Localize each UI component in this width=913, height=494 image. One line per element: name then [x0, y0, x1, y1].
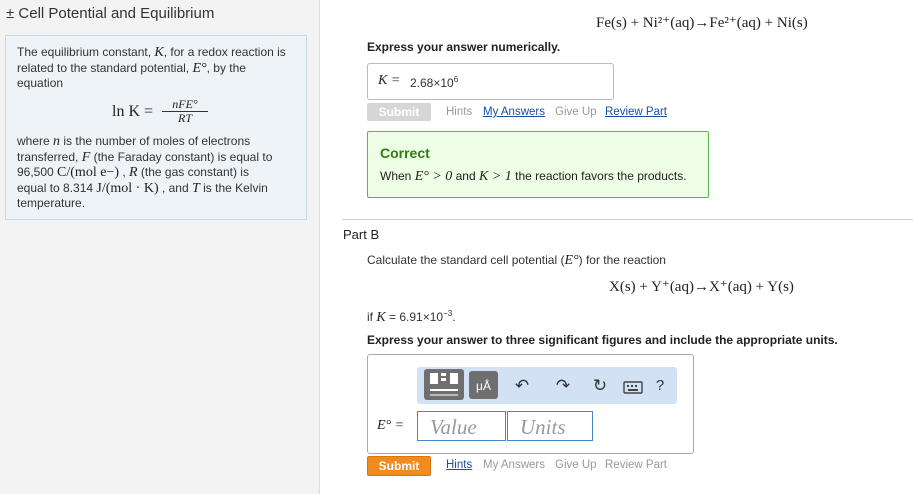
part-b-intro: Calculate the standard cell potential (E… — [367, 253, 666, 268]
reset-icon: ↻ — [592, 376, 608, 395]
part-a-review-part-link[interactable]: Review Part — [605, 106, 667, 118]
redo-icon: ↷ — [555, 376, 571, 395]
part-a-give-up-link[interactable]: Give Up — [555, 106, 597, 118]
help-button[interactable]: ? — [649, 367, 671, 404]
units-input[interactable]: Units — [507, 411, 593, 441]
keyboard-button[interactable] — [621, 367, 645, 404]
hint-panel: ± Cell Potential and Equilibrium The equ… — [0, 0, 320, 494]
part-b-reaction: X(s) + Y⁺(aq)→X⁺(aq) + Y(s) — [609, 279, 794, 295]
correct-feedback: Correct When E° > 0 and K > 1 the reacti… — [367, 131, 709, 198]
part-a-prompt: Express your answer numerically. — [367, 40, 561, 54]
undo-icon: ↶ — [514, 376, 530, 395]
hint-text-2: where n is the number of moles of electr… — [17, 134, 273, 210]
hint-text-1: The equilibrium constant, K, for a redox… — [17, 45, 286, 90]
part-b-condition: if K = 6.91×10−3. — [367, 309, 456, 325]
part-b-give-up-link[interactable]: Give Up — [555, 459, 597, 471]
math-toolbar: μÅ ↶ ↷ ↻ ? — [417, 367, 677, 404]
units-icon: μÅ — [469, 371, 498, 399]
part-a-my-answers-link[interactable]: My Answers — [483, 106, 545, 118]
part-b-my-answers-link[interactable]: My Answers — [483, 459, 545, 471]
units-button[interactable]: μÅ — [469, 367, 498, 404]
hint-title[interactable]: ± Cell Potential and Equilibrium — [6, 5, 214, 22]
part-a-answer-label: K = — [378, 73, 401, 88]
part-b-field-label: E° = — [377, 418, 405, 433]
part-b-prompt: Express your answer to three significant… — [367, 333, 838, 347]
template-grid-icon — [424, 369, 464, 400]
part-b-review-part-link[interactable]: Review Part — [605, 459, 667, 471]
part-divider — [342, 219, 913, 220]
part-a-reaction: Fe(s) + Ni²⁺(aq)→Fe²⁺(aq) + Ni(s) — [596, 15, 808, 31]
feedback-title: Correct — [380, 145, 430, 161]
part-a-hints-link[interactable]: Hints — [446, 106, 472, 118]
keyboard-icon — [623, 381, 643, 394]
part-b-submit-button[interactable]: Submit — [367, 456, 431, 476]
question-panel: Fe(s) + Ni²⁺(aq)→Fe²⁺(aq) + Ni(s) Expres… — [320, 0, 913, 494]
part-a-answer-value: 2.68×106 — [410, 75, 459, 90]
reset-button[interactable]: ↻ — [588, 367, 612, 404]
part-a-answer-box: K = 2.68×106 — [367, 63, 614, 100]
value-input[interactable]: Value — [417, 411, 506, 441]
feedback-text: When E° > 0 and K > 1 the reaction favor… — [380, 169, 687, 184]
part-a-submit-button: Submit — [367, 103, 431, 121]
redo-button[interactable]: ↷ — [551, 367, 575, 404]
part-b-hints-link[interactable]: Hints — [446, 459, 472, 471]
undo-button[interactable]: ↶ — [510, 367, 534, 404]
hint-content: The equilibrium constant, K, for a redox… — [5, 35, 307, 220]
equilibrium-equation: ln K = nFE° RT — [112, 98, 222, 126]
templates-button[interactable] — [424, 367, 464, 404]
part-b-title[interactable]: Part B — [343, 227, 379, 242]
